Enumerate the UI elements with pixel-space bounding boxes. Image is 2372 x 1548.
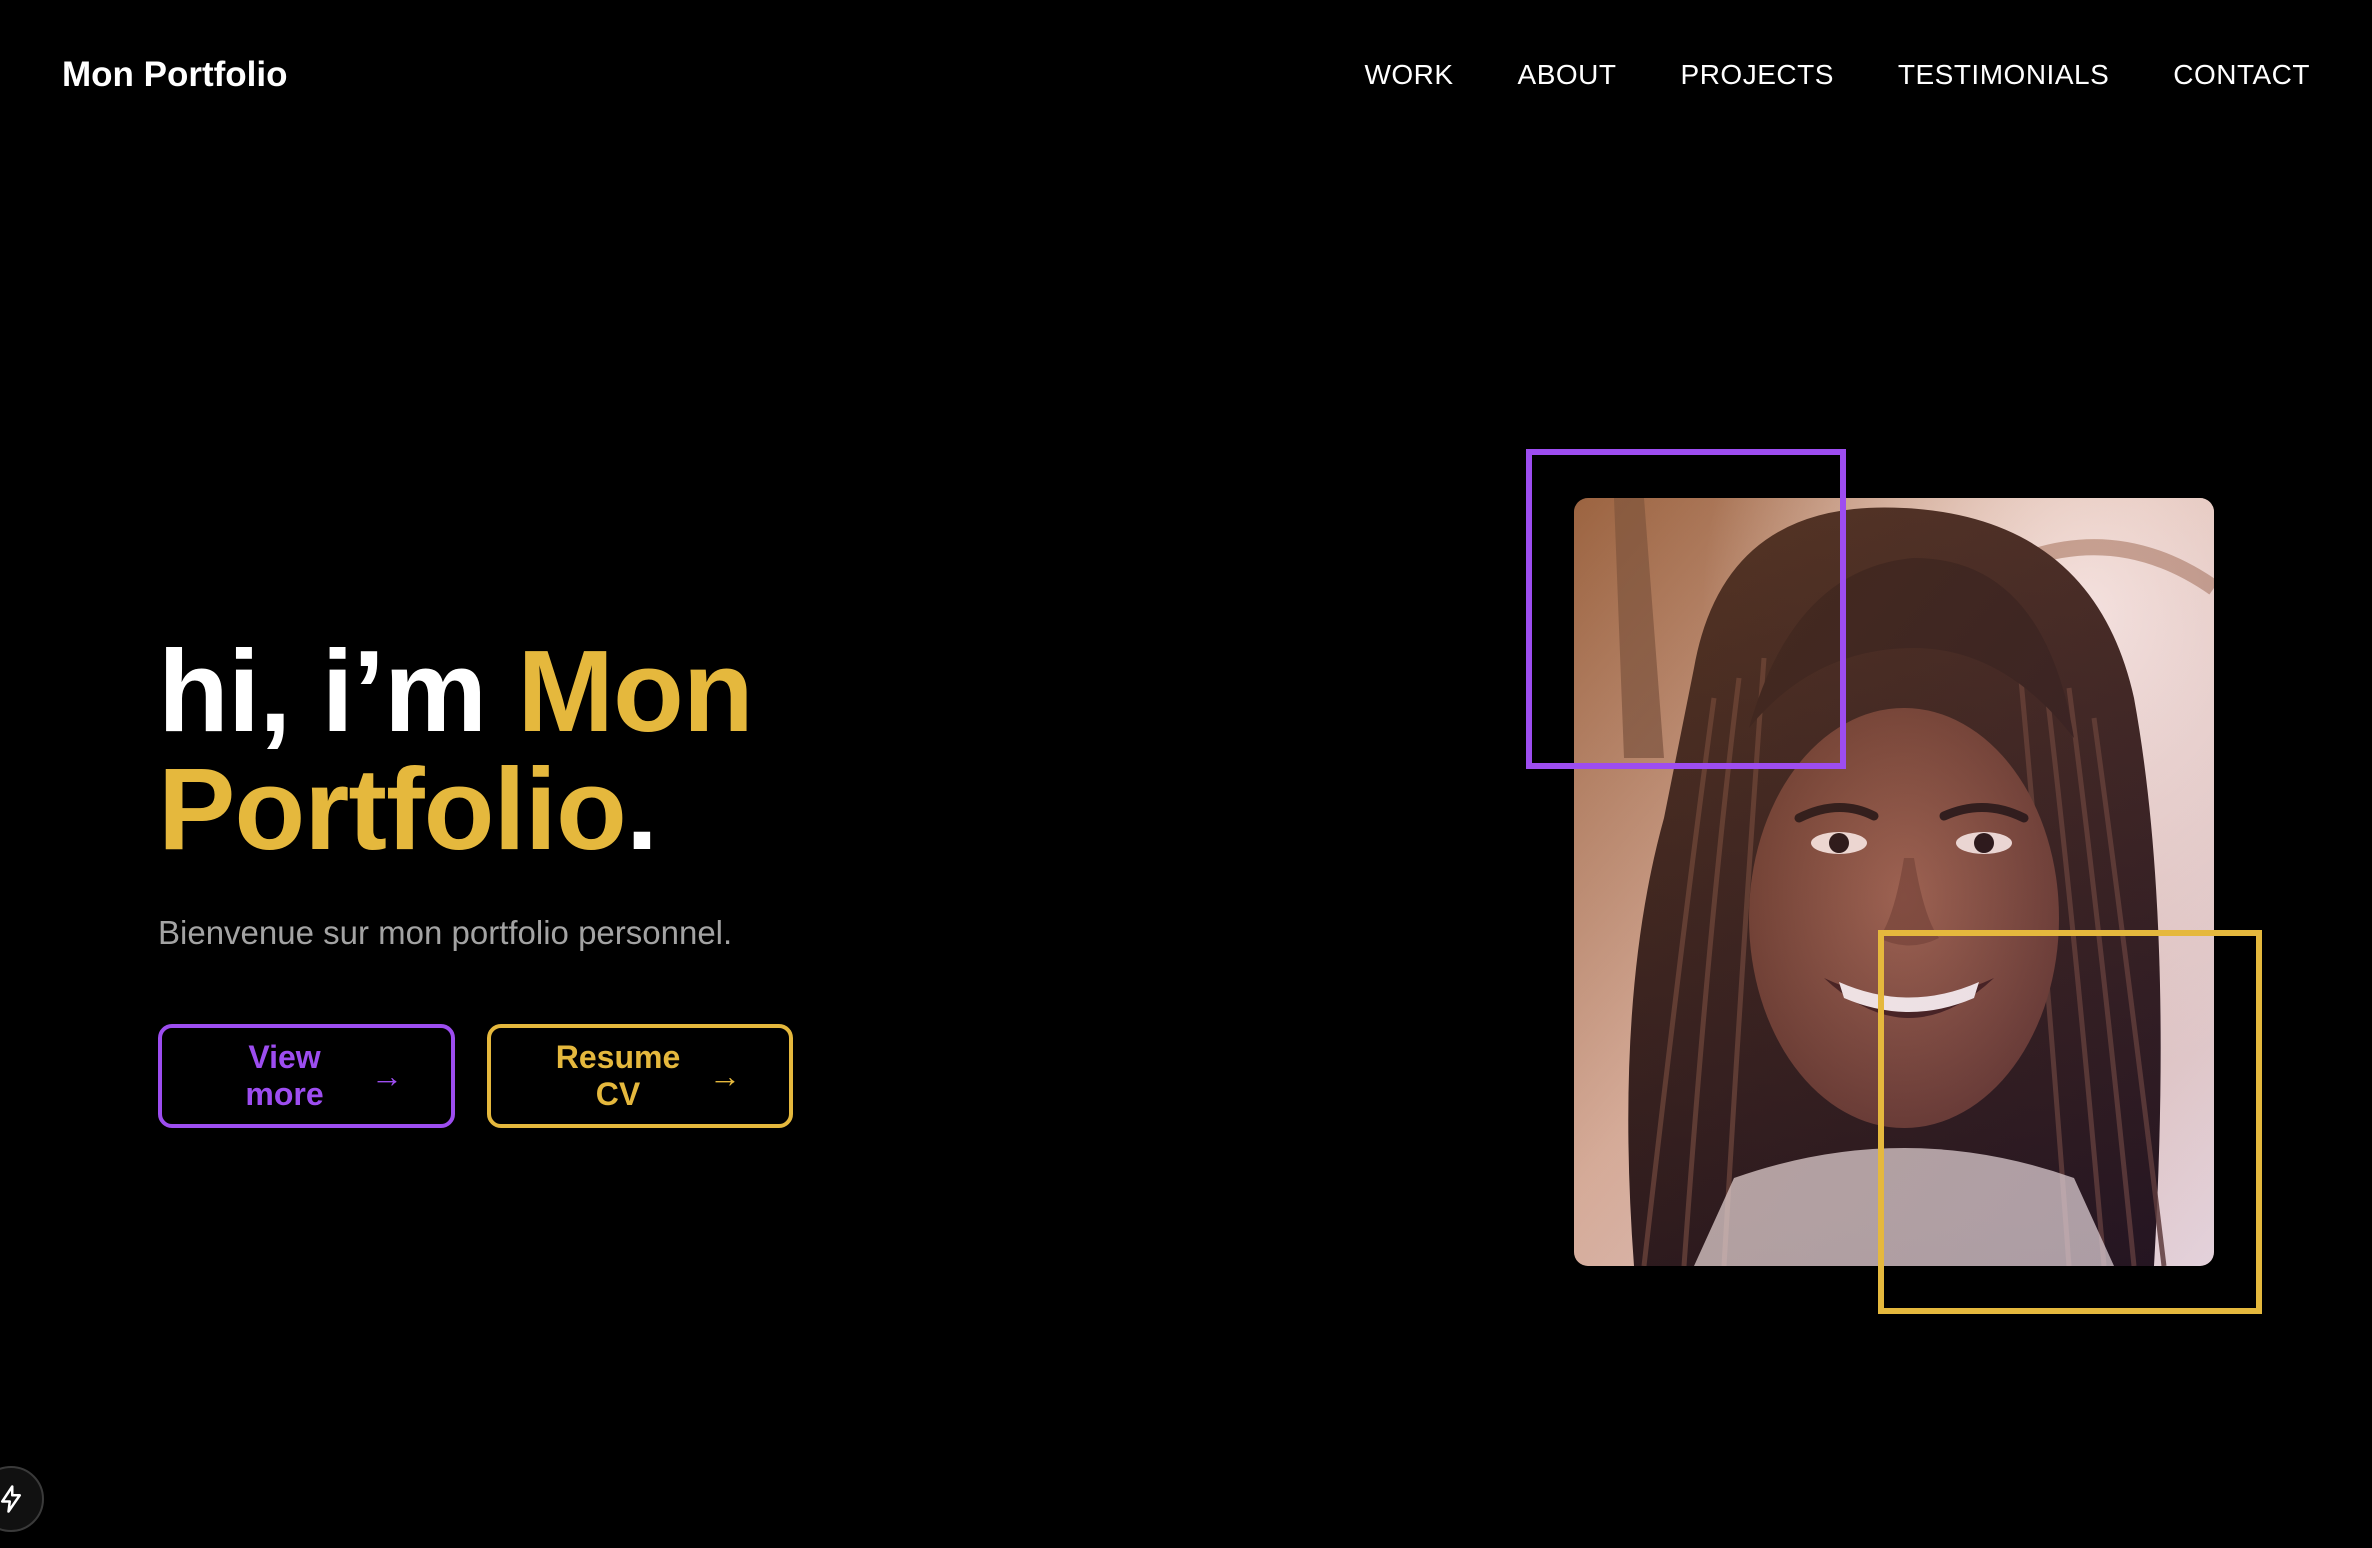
page: Mon Portfolio WORK ABOUT PROJECTS TESTIM… [0, 0, 2372, 1548]
arrow-right-icon: → [371, 1057, 403, 1094]
lightning-bolt-icon[interactable] [0, 1466, 44, 1532]
lightning-bolt-glyph [1, 1485, 21, 1513]
main-nav: WORK ABOUT PROJECTS TESTIMONIALS CONTACT [1364, 48, 2310, 102]
hero-section: hi, i’m Mon Portfolio. Bienvenue sur mon … [158, 632, 1058, 1128]
view-more-label: View more [245, 1039, 324, 1112]
decorative-frame-yellow [1878, 930, 2262, 1314]
resume-cv-button[interactable]: Resume CV → [487, 1024, 793, 1128]
hero-subtitle: Bienvenue sur mon portfolio personnel. [158, 914, 733, 951]
nav-item-projects[interactable]: PROJECTS [1681, 59, 1834, 91]
hero-name-last: Portfolio [158, 744, 627, 874]
decorative-frame-purple [1526, 449, 1846, 769]
brand-logo[interactable]: Mon Portfolio [62, 48, 288, 102]
nav-item-work[interactable]: WORK [1364, 59, 1453, 91]
nav-item-testimonials[interactable]: TESTIMONIALS [1898, 59, 2109, 91]
resume-cv-label: Resume CV [555, 1039, 681, 1112]
hero-greeting: hi, i’m [158, 626, 518, 756]
hero-buttons: View more → Resume CV → [158, 1024, 1058, 1128]
nav-item-contact[interactable]: CONTACT [2173, 59, 2310, 91]
hero-name-first: Mon [517, 626, 753, 756]
view-more-button[interactable]: View more → [158, 1024, 455, 1128]
hero-period: . [625, 744, 658, 874]
nav-item-about[interactable]: ABOUT [1518, 59, 1617, 91]
arrow-right-icon: → [709, 1057, 741, 1094]
hero-headline: hi, i’m Mon Portfolio. [158, 632, 1058, 868]
